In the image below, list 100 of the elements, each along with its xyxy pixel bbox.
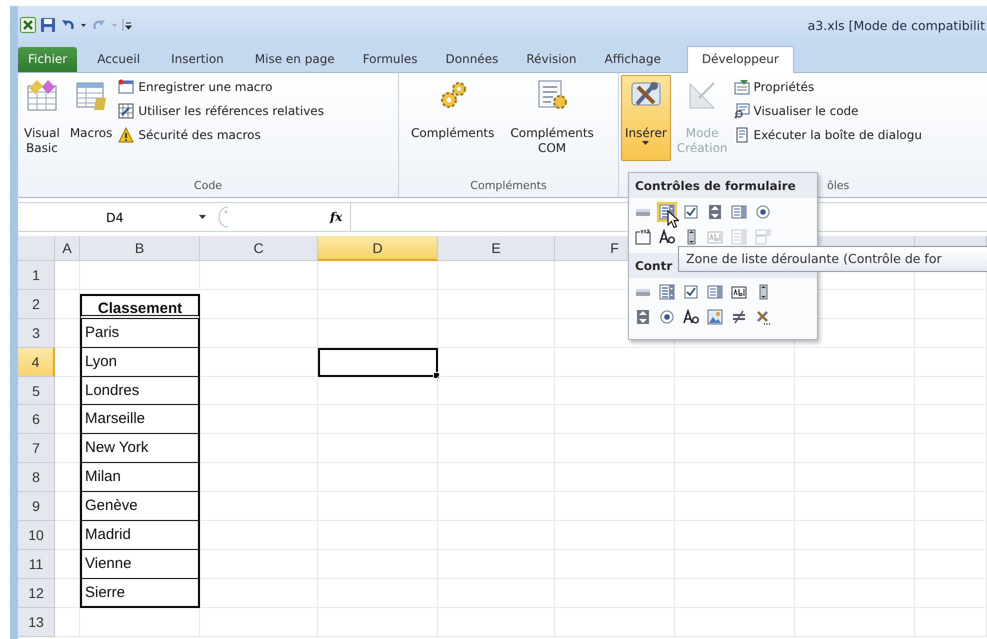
ribbon-tab[interactable]: Révision — [512, 47, 590, 72]
empty-cell[interactable] — [55, 290, 80, 319]
spin-button-icon[interactable] — [707, 204, 723, 220]
empty-cell[interactable] — [915, 492, 987, 522]
empty-cell[interactable] — [438, 434, 555, 464]
empty-cell[interactable] — [200, 376, 318, 406]
empty-cell[interactable] — [318, 405, 438, 434]
ribbon-button[interactable]: Sécurité des macros — [118, 125, 324, 145]
empty-cell[interactable] — [795, 608, 915, 637]
row-header[interactable]: 13 — [18, 608, 55, 637]
ribbon-tab[interactable]: Données — [432, 47, 512, 72]
option-button-icon[interactable] — [755, 204, 771, 220]
empty-cell[interactable] — [555, 434, 675, 464]
empty-cell[interactable] — [915, 318, 987, 348]
empty-cell[interactable] — [80, 261, 200, 290]
empty-cell[interactable] — [318, 318, 438, 348]
empty-cell[interactable] — [555, 521, 675, 550]
empty-cell[interactable] — [915, 521, 987, 550]
empty-cell[interactable] — [795, 348, 915, 377]
empty-cell[interactable] — [795, 521, 915, 550]
empty-cell[interactable] — [795, 376, 915, 406]
list-box-icon[interactable] — [707, 284, 723, 300]
text-field-icon[interactable] — [731, 284, 747, 300]
label-control-icon[interactable] — [683, 309, 699, 325]
empty-cell[interactable] — [318, 578, 438, 608]
ribbon-tab[interactable]: Développeur — [686, 46, 794, 73]
empty-cell[interactable] — [555, 348, 675, 377]
ribbon-button[interactable]: Insérer — [621, 75, 671, 161]
spin-button-icon[interactable] — [635, 309, 651, 325]
file-tab[interactable]: Fichier — [18, 47, 78, 72]
checkbox-control-icon[interactable] — [683, 204, 699, 220]
empty-cell[interactable] — [555, 463, 675, 492]
empty-cell[interactable] — [318, 608, 438, 637]
ribbon-button[interactable]: Propriétés — [734, 77, 922, 97]
column-header[interactable]: C — [200, 236, 318, 261]
group-box-icon[interactable] — [635, 229, 651, 245]
ribbon-button[interactable]: Utiliser les références relatives — [118, 101, 324, 121]
row-header[interactable]: 12 — [18, 578, 55, 608]
empty-cell[interactable] — [200, 261, 318, 290]
ribbon-button[interactable]: Enregistrer une macro — [118, 77, 324, 97]
row-header[interactable]: 4 — [18, 348, 55, 377]
empty-cell[interactable] — [438, 578, 555, 608]
customize-toolbar-icon[interactable] — [122, 17, 132, 33]
row-header[interactable]: 3 — [18, 318, 55, 348]
empty-cell[interactable] — [200, 434, 318, 464]
empty-cell[interactable] — [55, 550, 80, 579]
empty-cell[interactable] — [438, 492, 555, 522]
empty-cell[interactable] — [55, 492, 80, 522]
ribbon-tab[interactable]: Affichage — [590, 47, 675, 72]
empty-cell[interactable] — [675, 434, 795, 464]
empty-cell[interactable] — [55, 318, 80, 348]
toggle-button-icon[interactable] — [731, 309, 747, 325]
empty-cell[interactable] — [200, 521, 318, 550]
empty-cell[interactable] — [200, 318, 318, 348]
empty-cell[interactable] — [438, 463, 555, 492]
row-header[interactable]: 5 — [18, 376, 55, 406]
empty-cell[interactable] — [55, 434, 80, 464]
row-header[interactable]: 7 — [18, 434, 55, 464]
empty-cell[interactable] — [675, 405, 795, 434]
empty-cell[interactable] — [200, 608, 318, 637]
row-header[interactable]: 6 — [18, 405, 55, 434]
empty-cell[interactable] — [318, 521, 438, 550]
empty-cell[interactable] — [80, 608, 200, 637]
name-box[interactable]: D4 — [18, 210, 218, 224]
empty-cell[interactable] — [318, 492, 438, 522]
empty-cell[interactable] — [675, 578, 795, 608]
empty-cell[interactable] — [675, 376, 795, 406]
label-control-icon[interactable] — [659, 229, 675, 245]
row-header[interactable]: 11 — [18, 550, 55, 579]
empty-cell[interactable] — [675, 521, 795, 550]
empty-cell[interactable] — [555, 405, 675, 434]
empty-cell[interactable] — [200, 550, 318, 579]
empty-cell[interactable] — [55, 608, 80, 637]
empty-cell[interactable] — [555, 578, 675, 608]
empty-cell[interactable] — [55, 521, 80, 550]
insert-function-button[interactable]: fx — [322, 210, 350, 224]
empty-cell[interactable] — [438, 348, 555, 377]
empty-cell[interactable] — [438, 521, 555, 550]
empty-cell[interactable] — [200, 348, 318, 377]
empty-cell[interactable] — [675, 492, 795, 522]
empty-cell[interactable] — [915, 348, 987, 377]
empty-cell[interactable] — [915, 290, 987, 319]
empty-cell[interactable] — [795, 578, 915, 608]
row-header[interactable]: 10 — [18, 521, 55, 550]
ribbon-tab[interactable]: Insertion — [154, 47, 241, 72]
empty-cell[interactable] — [795, 492, 915, 522]
row-header[interactable]: 9 — [18, 492, 55, 522]
empty-cell[interactable] — [318, 550, 438, 579]
empty-cell[interactable] — [675, 608, 795, 637]
empty-cell[interactable] — [200, 463, 318, 492]
empty-cell[interactable] — [55, 405, 80, 434]
ribbon-button[interactable]: Visual Basic — [20, 75, 64, 161]
empty-cell[interactable] — [555, 608, 675, 637]
empty-cell[interactable] — [915, 578, 987, 608]
empty-cell[interactable] — [795, 463, 915, 492]
empty-cell[interactable] — [915, 405, 987, 434]
empty-cell[interactable] — [200, 578, 318, 608]
row-header[interactable]: 8 — [18, 463, 55, 492]
empty-cell[interactable] — [318, 261, 438, 290]
empty-cell[interactable] — [555, 492, 675, 522]
